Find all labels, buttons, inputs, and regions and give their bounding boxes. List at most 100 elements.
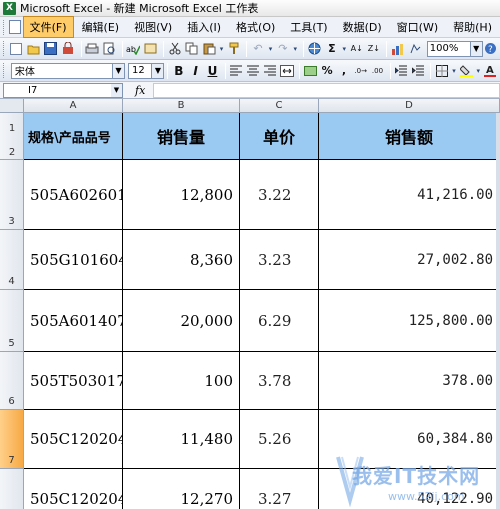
cell-price[interactable]: 6.29 bbox=[240, 290, 319, 352]
chart-wizard-icon[interactable] bbox=[390, 41, 405, 57]
bold-button[interactable]: B bbox=[171, 64, 186, 78]
column-header-b[interactable]: B bbox=[123, 99, 240, 113]
cell-quantity[interactable]: 11,480 bbox=[123, 410, 240, 469]
paste-icon[interactable] bbox=[201, 41, 216, 57]
font-size-select[interactable]: 12 bbox=[127, 62, 153, 79]
hyperlink-icon[interactable] bbox=[307, 41, 322, 57]
font-dropdown-icon[interactable]: ▼ bbox=[112, 62, 125, 79]
cell-product[interactable]: 505A602601 bbox=[24, 160, 123, 230]
cell-product[interactable]: 505G101604 bbox=[24, 230, 123, 290]
cell-quantity[interactable]: 20,000 bbox=[123, 290, 240, 352]
percent-button[interactable]: % bbox=[320, 63, 335, 79]
increase-decimal-icon[interactable]: .0→ bbox=[353, 63, 368, 79]
print-icon[interactable] bbox=[85, 41, 100, 57]
dropdown-arrow-icon[interactable]: ▾ bbox=[268, 41, 274, 57]
scrollbar-edge[interactable] bbox=[496, 113, 500, 509]
undo-icon[interactable]: ↶ bbox=[250, 41, 265, 57]
copy-icon[interactable] bbox=[184, 41, 199, 57]
decrease-indent-icon[interactable] bbox=[394, 63, 409, 79]
drawing-icon[interactable] bbox=[408, 41, 423, 57]
cell-product[interactable]: 505C120204 bbox=[24, 469, 123, 509]
cell-product[interactable]: 505T503017 bbox=[24, 352, 123, 410]
column-header-c[interactable]: C bbox=[240, 99, 319, 113]
function-icon[interactable]: fx bbox=[135, 84, 145, 97]
column-header-d[interactable]: D bbox=[319, 99, 500, 113]
save-icon[interactable] bbox=[43, 41, 58, 57]
cell-price[interactable]: 3.27 bbox=[240, 469, 319, 509]
align-left-icon[interactable] bbox=[229, 63, 244, 79]
cell-amount[interactable]: 125,800.00 bbox=[319, 290, 500, 352]
format-painter-icon[interactable] bbox=[226, 41, 241, 57]
select-all-corner[interactable] bbox=[0, 99, 24, 113]
toolbar-grip[interactable] bbox=[3, 41, 6, 56]
underline-button[interactable]: U bbox=[205, 64, 220, 78]
row-header-3[interactable]: 3 bbox=[0, 160, 24, 230]
sort-ascending-icon[interactable]: A↓ bbox=[349, 41, 364, 57]
header-cell-sales-amount[interactable]: 销售额 bbox=[319, 113, 500, 160]
cell-amount[interactable]: 27,002.80 bbox=[319, 230, 500, 290]
name-box-dropdown-icon[interactable]: ▼ bbox=[111, 83, 122, 97]
menu-window[interactable]: 窗口(W) bbox=[390, 16, 445, 38]
print-preview-icon[interactable] bbox=[102, 41, 117, 57]
font-size-dropdown-icon[interactable]: ▼ bbox=[152, 62, 165, 79]
document-icon[interactable] bbox=[8, 20, 21, 34]
cell-product[interactable]: 505C120204 bbox=[24, 410, 123, 469]
comma-style-icon[interactable]: , bbox=[337, 63, 352, 79]
borders-icon[interactable] bbox=[434, 63, 449, 79]
cell-amount[interactable]: 60,384.80 bbox=[319, 410, 500, 469]
cell-amount[interactable]: 41,216.00 bbox=[319, 160, 500, 230]
menu-data[interactable]: 数据(D) bbox=[336, 16, 389, 38]
row-header-1-2[interactable]: 1 2 bbox=[0, 113, 24, 160]
menu-grip[interactable] bbox=[3, 19, 6, 35]
font-name-select[interactable]: 宋体 bbox=[10, 62, 113, 79]
cell-product[interactable]: 505A601407 bbox=[24, 290, 123, 352]
research-icon[interactable] bbox=[143, 41, 158, 57]
menu-edit[interactable]: 编辑(E) bbox=[75, 16, 127, 38]
row-header-7[interactable]: 7 bbox=[0, 410, 24, 469]
align-center-icon[interactable] bbox=[246, 63, 261, 79]
cell-amount[interactable]: 40,122.90 bbox=[319, 469, 500, 509]
cell-price[interactable]: 3.23 bbox=[240, 230, 319, 290]
header-cell-unit-price[interactable]: 单价 bbox=[240, 113, 319, 160]
zoom-dropdown-icon[interactable]: ▼ bbox=[470, 40, 483, 57]
dropdown-arrow-icon[interactable]: ▾ bbox=[476, 63, 482, 79]
currency-icon[interactable] bbox=[303, 63, 318, 79]
dropdown-arrow-icon[interactable]: ▾ bbox=[219, 41, 225, 57]
menu-format[interactable]: 格式(O) bbox=[229, 16, 282, 38]
header-cell-spec[interactable]: 规格\产品品号 bbox=[24, 113, 123, 160]
toolbar-grip[interactable] bbox=[3, 63, 6, 78]
cell-price[interactable]: 3.22 bbox=[240, 160, 319, 230]
spelling-icon[interactable]: ab bbox=[126, 41, 141, 57]
new-icon[interactable] bbox=[9, 41, 24, 57]
column-header-a[interactable]: A bbox=[24, 99, 123, 113]
cell-quantity[interactable]: 8,360 bbox=[123, 230, 240, 290]
cut-icon[interactable] bbox=[167, 41, 182, 57]
help-icon[interactable]: ? bbox=[483, 41, 498, 57]
redo-icon[interactable]: ↷ bbox=[275, 41, 290, 57]
dropdown-arrow-icon[interactable]: ▾ bbox=[341, 41, 347, 57]
font-color-icon[interactable]: A bbox=[483, 63, 498, 79]
merge-center-icon[interactable] bbox=[279, 63, 294, 79]
dropdown-arrow-icon[interactable]: ▾ bbox=[451, 63, 457, 79]
align-right-icon[interactable] bbox=[262, 63, 277, 79]
fill-color-icon[interactable] bbox=[459, 63, 474, 79]
zoom-input[interactable]: 100% bbox=[426, 40, 471, 57]
cell-price[interactable]: 3.78 bbox=[240, 352, 319, 410]
increase-indent-icon[interactable] bbox=[411, 63, 426, 79]
open-icon[interactable] bbox=[26, 41, 41, 57]
italic-button[interactable]: I bbox=[188, 64, 203, 78]
row-header-4[interactable]: 4 bbox=[0, 230, 24, 290]
formula-input[interactable] bbox=[153, 82, 500, 98]
dropdown-arrow-icon[interactable]: ▾ bbox=[292, 41, 298, 57]
name-box[interactable]: I7 ▼ bbox=[3, 82, 123, 98]
menu-help[interactable]: 帮助(H) bbox=[446, 16, 499, 38]
menu-tools[interactable]: 工具(T) bbox=[283, 16, 334, 38]
cell-quantity[interactable]: 12,270 bbox=[123, 469, 240, 509]
cell-quantity[interactable]: 100 bbox=[123, 352, 240, 410]
autosum-icon[interactable]: Σ bbox=[324, 41, 339, 57]
sort-descending-icon[interactable]: Z↓ bbox=[366, 41, 381, 57]
cell-price[interactable]: 5.26 bbox=[240, 410, 319, 469]
row-header-8[interactable]: 8 bbox=[0, 469, 24, 509]
menu-view[interactable]: 视图(V) bbox=[127, 16, 179, 38]
menu-insert[interactable]: 插入(I) bbox=[180, 16, 228, 38]
